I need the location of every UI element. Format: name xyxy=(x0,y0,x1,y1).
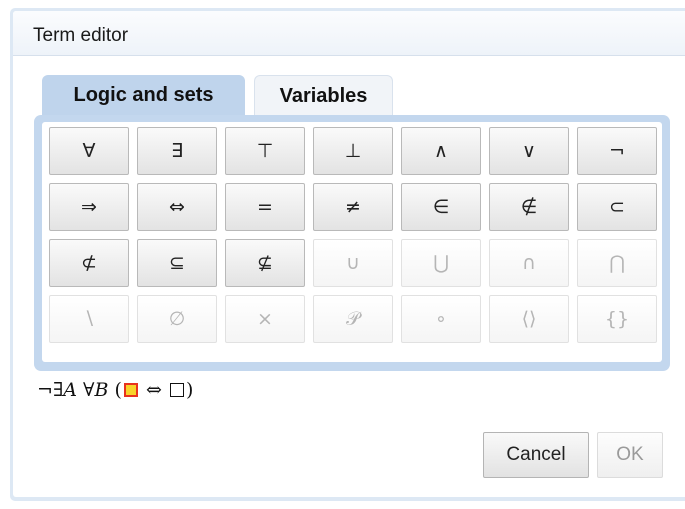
term-close-paren: ) xyxy=(185,379,194,401)
symbol-button-empty-set[interactable]: ∅ xyxy=(137,295,217,343)
symbol-button-and[interactable]: ∧ xyxy=(401,127,481,175)
symbol-button-subset[interactable]: ⊂ xyxy=(577,183,657,231)
symbol-button-top[interactable]: ⊤ xyxy=(225,127,305,175)
symbol-grid: ∀ ∃ ⊤ ⊥ ∧ ∨ ¬ ⇒ ⇔ = ≠ ∈ ∉ ⊂ ⊄ ⊆ ⊈ ∪ ⋃ ∩ ⋂ ∖ ∅ × 𝒫 ∘ ⟨⟩{} xyxy=(49,127,657,343)
symbol-button-big-union[interactable]: ⋃ xyxy=(401,239,481,287)
dialog-title: Term editor xyxy=(33,25,129,46)
symbol-button-exists[interactable]: ∃ xyxy=(137,127,217,175)
dialog-body: Term editor Logic and sets Variables ∀ ∃ ⊤… xyxy=(13,11,685,497)
symbol-panel: ∀ ∃ ⊤ ⊥ ∧ ∨ ¬ ⇒ ⇔ = ≠ ∈ ∉ ⊂ ⊄ ⊆ ⊈ ∪ ⋃ ∩ ⋂ ∖ ∅ × 𝒫 ∘ ⟨⟩{} xyxy=(34,115,670,371)
term-editor-dialog: Term editor Logic and sets Variables ∀ ∃ ⊤… xyxy=(10,8,685,501)
symbol-button-not[interactable]: ¬ xyxy=(577,127,657,175)
dialog-titlebar: Term editor xyxy=(13,11,685,56)
term-variable-b[interactable]: B xyxy=(94,379,108,401)
symbol-button-composition[interactable]: ∘ xyxy=(401,295,481,343)
term-iff-symbol[interactable]: ⇔ xyxy=(146,379,162,401)
symbol-button-set-braces[interactable]: {} xyxy=(577,295,657,343)
symbol-button-forall[interactable]: ∀ xyxy=(49,127,129,175)
symbol-button-element-of[interactable]: ∈ xyxy=(401,183,481,231)
term-variable-a[interactable]: A xyxy=(63,379,77,401)
symbol-button-not-subset-eq[interactable]: ⊈ xyxy=(225,239,305,287)
symbol-button-set-minus[interactable]: ∖ xyxy=(49,295,129,343)
term-exists-symbol[interactable]: ∃ xyxy=(53,379,63,401)
term-expression: ¬ ∃ A ∀ B ( ⇔ ) xyxy=(37,379,193,401)
symbol-button-subset-eq[interactable]: ⊆ xyxy=(137,239,217,287)
symbol-button-big-intersection[interactable]: ⋂ xyxy=(577,239,657,287)
cancel-button[interactable]: Cancel xyxy=(483,432,589,478)
symbol-panel-inner: ∀ ∃ ⊤ ⊥ ∧ ∨ ¬ ⇒ ⇔ = ≠ ∈ ∉ ⊂ ⊄ ⊆ ⊈ ∪ ⋃ ∩ ⋂ ∖ ∅ × 𝒫 ∘ ⟨⟩{} xyxy=(42,122,662,362)
symbol-button-bottom[interactable]: ⊥ xyxy=(313,127,393,175)
term-forall-symbol[interactable]: ∀ xyxy=(83,379,94,401)
placeholder-selected[interactable] xyxy=(123,383,138,397)
term-not-symbol[interactable]: ¬ xyxy=(37,379,53,401)
symbol-button-intersection[interactable]: ∩ xyxy=(489,239,569,287)
symbol-button-not-equals[interactable]: ≠ xyxy=(313,183,393,231)
symbol-button-equals[interactable]: = xyxy=(225,183,305,231)
ok-button[interactable]: OK xyxy=(597,432,663,478)
symbol-button-union[interactable]: ∪ xyxy=(313,239,393,287)
symbol-button-implies[interactable]: ⇒ xyxy=(49,183,129,231)
symbol-button-iff[interactable]: ⇔ xyxy=(137,183,217,231)
tab-variables[interactable]: Variables xyxy=(254,75,393,115)
symbol-button-tuple[interactable]: ⟨⟩ xyxy=(489,295,569,343)
tab-logic-and-sets[interactable]: Logic and sets xyxy=(42,75,245,115)
term-space xyxy=(162,379,168,401)
symbol-button-not-element-of[interactable]: ∉ xyxy=(489,183,569,231)
symbol-button-not-subset[interactable]: ⊄ xyxy=(49,239,129,287)
symbol-button-power-set[interactable]: 𝒫 xyxy=(313,295,393,343)
placeholder-empty[interactable] xyxy=(169,383,184,397)
symbol-button-cartesian-product[interactable]: × xyxy=(225,295,305,343)
term-open-paren: ( xyxy=(114,379,122,401)
symbol-button-or[interactable]: ∨ xyxy=(489,127,569,175)
